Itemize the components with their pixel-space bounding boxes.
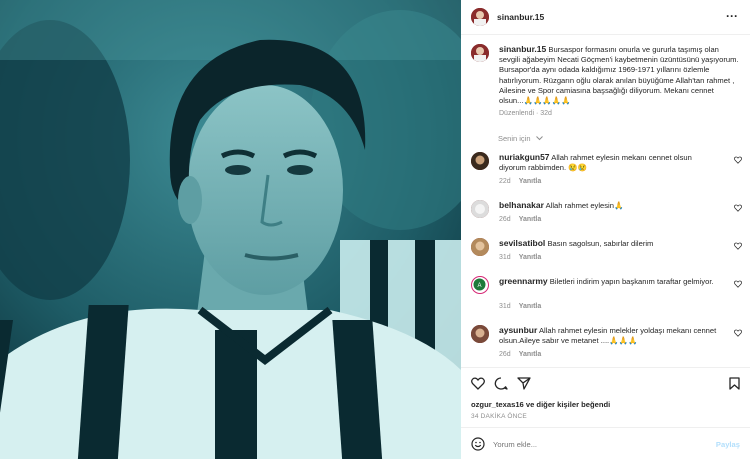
comment-body: greennarmy Biletleri indirim yapın başka… xyxy=(499,276,719,287)
post-photo[interactable] xyxy=(0,0,461,459)
caption-text: Bursaspor formasını onurla ve gururla ta… xyxy=(499,45,739,106)
add-comment-bar: Paylaş xyxy=(461,427,750,459)
comment-username[interactable]: sevilsatibol xyxy=(499,238,545,248)
avatar[interactable] xyxy=(471,44,489,62)
post-comment-button[interactable]: Paylaş xyxy=(716,440,740,449)
reply-button[interactable]: Yanıtla xyxy=(519,216,542,223)
comment-text: Biletleri indirim yapın başkanım tarafta… xyxy=(549,277,714,286)
comment-meta: 22d Yanıtla xyxy=(499,178,541,185)
reply-button[interactable]: Yanıtla xyxy=(519,178,542,185)
action-bar xyxy=(461,367,750,397)
avatar[interactable]: A xyxy=(471,276,489,294)
likes-text: ozgur_texas16 ve diğer kişiler beğendi xyxy=(471,400,611,409)
comment-meta: 31d Yanıtla xyxy=(499,303,541,310)
likes-summary[interactable]: ozgur_texas16 ve diğer kişiler beğendi xyxy=(471,400,610,409)
header-username[interactable]: sinanbur.15 xyxy=(497,12,544,22)
comment-age: 26d xyxy=(499,351,511,358)
caption-username[interactable]: sinanbur.15 xyxy=(499,44,546,54)
comment-text: Basın sagolsun, sabırlar dilerim xyxy=(547,239,654,248)
chevron-down-icon xyxy=(535,136,543,141)
send-icon[interactable] xyxy=(517,377,531,390)
post-time: 34 DAKİKA ÖNCE xyxy=(471,413,527,420)
heart-icon[interactable] xyxy=(734,242,742,250)
heart-icon[interactable] xyxy=(734,329,742,337)
avatar[interactable] xyxy=(471,152,489,170)
heart-icon[interactable] xyxy=(471,377,485,390)
comment-age: 31d xyxy=(499,303,511,310)
comment-age: 26d xyxy=(499,216,511,223)
comment-meta: 31d Yanıtla xyxy=(499,254,541,261)
caption-text-block: sinanbur.15 Bursaspor formasını onurla v… xyxy=(499,44,739,106)
comment-age: 22d xyxy=(499,178,511,185)
avatar[interactable] xyxy=(471,325,489,343)
svg-text:A: A xyxy=(477,283,481,289)
comment-username[interactable]: belhanakar xyxy=(499,200,544,210)
reply-button[interactable]: Yanıtla xyxy=(519,303,542,310)
comment-username[interactable]: aysunbur xyxy=(499,325,537,335)
for-you-label: Senin için xyxy=(498,134,531,143)
post-header: sinanbur.15 ··· xyxy=(461,0,750,35)
comment-body: nuriakgun57 Allah rahmet eylesin mekanı … xyxy=(499,152,719,173)
comment-username[interactable]: nuriakgun57 xyxy=(499,152,550,162)
more-horizontal-icon[interactable]: ··· xyxy=(726,9,738,23)
comment-meta: 26d Yanıtla xyxy=(499,216,541,223)
comment-username[interactable]: greennarmy xyxy=(499,276,548,286)
caption-meta: Düzenlendi · 32d xyxy=(499,110,552,117)
reply-button[interactable]: Yanıtla xyxy=(519,351,542,358)
heart-icon[interactable] xyxy=(734,280,742,288)
comment-body: aysunbur Allah rahmet eylesin melekler y… xyxy=(499,325,719,346)
comment-age: 31d xyxy=(499,254,511,261)
comment-meta: 26d Yanıtla xyxy=(499,351,541,358)
comment-text: Allah rahmet eylesin🙏 xyxy=(545,201,624,210)
comment-icon[interactable] xyxy=(494,377,508,390)
comment-body: sevilsatibol Basın sagolsun, sabırlar di… xyxy=(499,238,719,249)
comment-input[interactable] xyxy=(493,440,693,449)
heart-icon[interactable] xyxy=(734,204,742,212)
comment-body: belhanakar Allah rahmet eylesin🙏 xyxy=(499,200,719,211)
reply-button[interactable]: Yanıtla xyxy=(519,254,542,261)
for-you-filter[interactable]: Senin için xyxy=(498,134,543,143)
avatar[interactable] xyxy=(471,200,489,218)
post-photo-image xyxy=(0,0,461,459)
avatar[interactable] xyxy=(471,238,489,256)
avatar[interactable] xyxy=(471,8,489,26)
post-panel: sinanbur.15 ··· sinanbur.15 Bursaspor fo… xyxy=(461,0,750,459)
emoji-icon[interactable] xyxy=(471,437,485,451)
bookmark-icon[interactable] xyxy=(729,377,740,390)
heart-icon[interactable] xyxy=(734,156,742,164)
